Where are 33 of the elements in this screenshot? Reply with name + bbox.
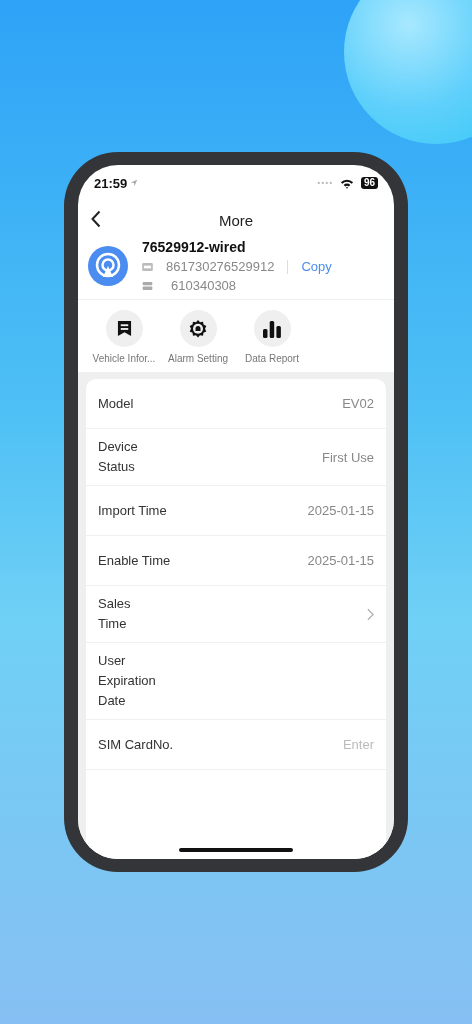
imei-number: 861730276529912 (166, 259, 275, 274)
bar-chart-icon (262, 319, 282, 338)
field-label: SIM CardNo. (98, 735, 174, 754)
copy-link[interactable]: Copy (301, 259, 332, 274)
page-title: More (218, 211, 254, 229)
bookmark-icon (116, 320, 132, 337)
settings-icon (188, 318, 208, 339)
chevron-icon[interactable] (367, 607, 374, 621)
device-icon (142, 281, 153, 290)
field-label: Import Time (98, 501, 167, 520)
battery-level: 96 (360, 177, 378, 189)
field-value: EV02 (342, 396, 374, 411)
field-label: Enable Time (98, 551, 171, 570)
shortcut-button[interactable]: Data Report (236, 310, 308, 364)
location-icon (130, 179, 139, 187)
home-indicator[interactable] (179, 848, 293, 852)
card-icon (142, 262, 153, 271)
shortcut-button[interactable]: Alarm Setting (162, 310, 234, 364)
shortcut-button[interactable]: Vehicle Infor... (88, 310, 160, 364)
field-label: Device Status (98, 438, 138, 476)
field-value: 2025-01-15 (307, 553, 374, 568)
serial-number: 610340308 (171, 278, 237, 293)
field-label: User Expiration Date (98, 652, 156, 710)
field-label: Model (98, 394, 134, 413)
signal-icon (316, 181, 333, 185)
device-name: 76529912-wired (142, 239, 247, 255)
field-value: 2025-01-15 (307, 503, 374, 518)
broadcast-icon (88, 246, 128, 286)
field-value: First Use (322, 449, 374, 465)
wifi-icon (339, 177, 354, 189)
back-button[interactable] (90, 210, 102, 230)
field-label: Sales Time (98, 595, 131, 633)
status-time: 21:59 (94, 175, 128, 191)
